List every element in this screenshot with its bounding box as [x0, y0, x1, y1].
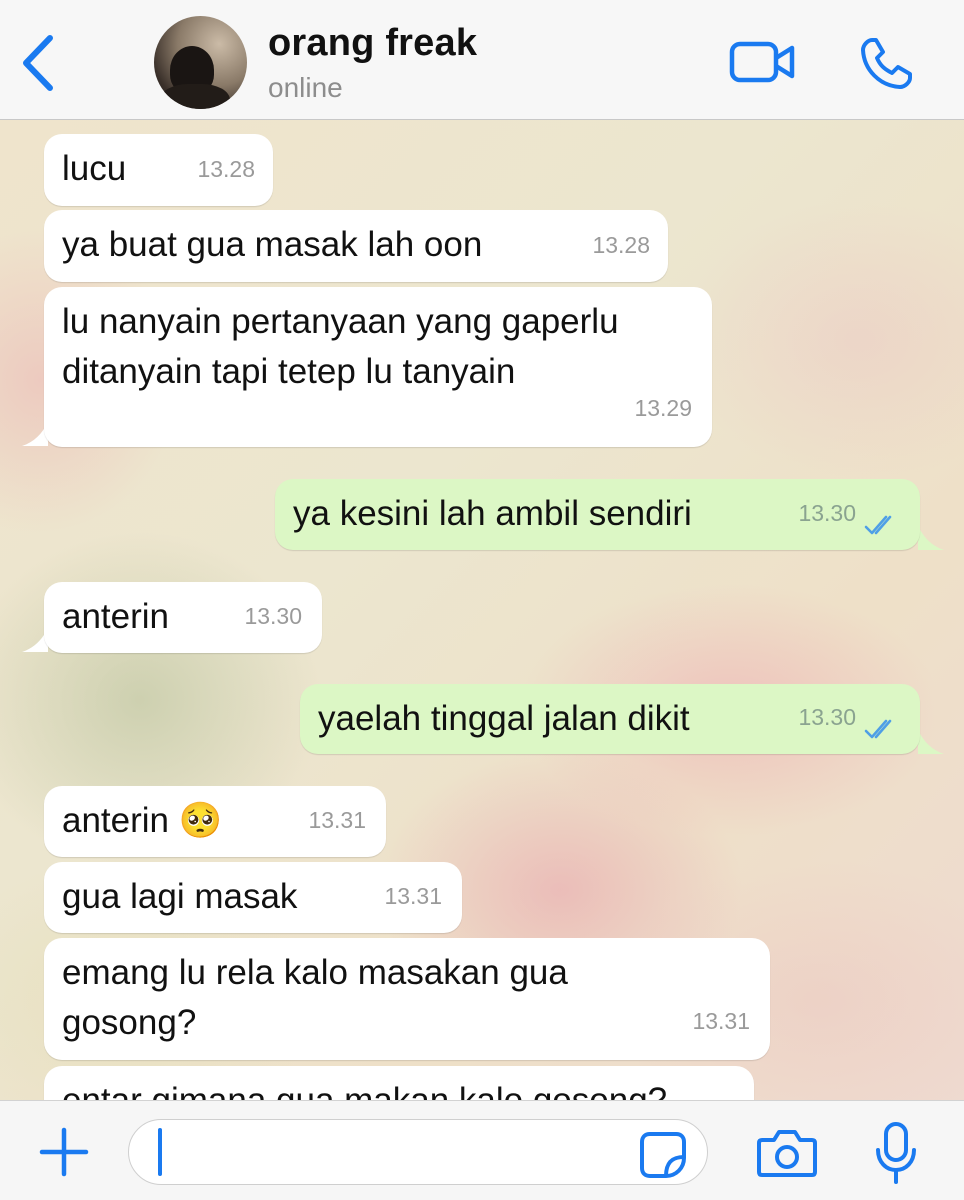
- contact-status: online: [268, 72, 343, 103]
- message-bubble-incoming[interactable]: anterin 🥺 13.31: [44, 786, 386, 857]
- message-time: 13.30: [244, 603, 302, 629]
- contact-avatar[interactable]: [154, 16, 247, 109]
- message-time: 13.30: [798, 704, 856, 730]
- message-input[interactable]: [128, 1119, 708, 1185]
- message-bubble-outgoing[interactable]: ya kesini lah ambil sendiri 13.30: [275, 479, 920, 550]
- message-bubble-outgoing[interactable]: yaelah tinggal jalan dikit 13.30: [300, 684, 920, 754]
- chat-header: orang freak online: [0, 0, 964, 120]
- message-bubble-incoming[interactable]: gua lagi masak 13.31: [44, 862, 462, 933]
- message-time: 13.31: [384, 883, 442, 909]
- message-text: lu nanyain pertanyaan yang gaperlu ditan…: [62, 302, 619, 391]
- message-text: entar gimana gua makan kalo gosong?: [62, 1076, 736, 1100]
- back-chevron-icon[interactable]: [14, 30, 64, 96]
- bubble-tail: [918, 730, 944, 754]
- message-bubble-incoming[interactable]: lu nanyain pertanyaan yang gaperlu ditan…: [44, 287, 712, 447]
- contact-name[interactable]: orang freak: [268, 22, 477, 65]
- message-list[interactable]: lucu 13.28 ya buat gua masak lah oon 13.…: [0, 120, 964, 1100]
- video-call-icon[interactable]: [728, 36, 798, 88]
- phone-call-icon[interactable]: [858, 36, 914, 92]
- message-text: emang lu rela kalo masakan gua gosong?: [62, 953, 568, 1042]
- read-double-tick-icon: [864, 719, 892, 739]
- message-time: 13.31: [308, 807, 366, 833]
- plus-icon[interactable]: [36, 1124, 92, 1180]
- message-time: 13.31: [692, 1008, 750, 1034]
- message-text: ya buat gua masak lah oon: [62, 225, 483, 264]
- read-double-tick-icon: [864, 515, 892, 535]
- message-bubble-incoming[interactable]: entar gimana gua makan kalo gosong?: [44, 1066, 754, 1100]
- message-time: 13.28: [592, 232, 650, 258]
- message-bubble-incoming[interactable]: anterin 13.30: [44, 582, 322, 653]
- message-time: 13.29: [634, 395, 692, 421]
- bubble-tail: [918, 526, 944, 550]
- microphone-icon[interactable]: [872, 1120, 920, 1186]
- message-time: 13.28: [197, 156, 255, 182]
- sticker-icon[interactable]: [638, 1130, 688, 1180]
- text-caret: [158, 1128, 162, 1176]
- message-bubble-incoming[interactable]: emang lu rela kalo masakan gua gosong? 1…: [44, 938, 770, 1060]
- camera-icon[interactable]: [756, 1126, 818, 1180]
- message-bubble-incoming[interactable]: lucu 13.28: [44, 134, 273, 206]
- message-bubble-incoming[interactable]: ya buat gua masak lah oon 13.28: [44, 210, 668, 282]
- message-time: 13.30: [798, 500, 856, 526]
